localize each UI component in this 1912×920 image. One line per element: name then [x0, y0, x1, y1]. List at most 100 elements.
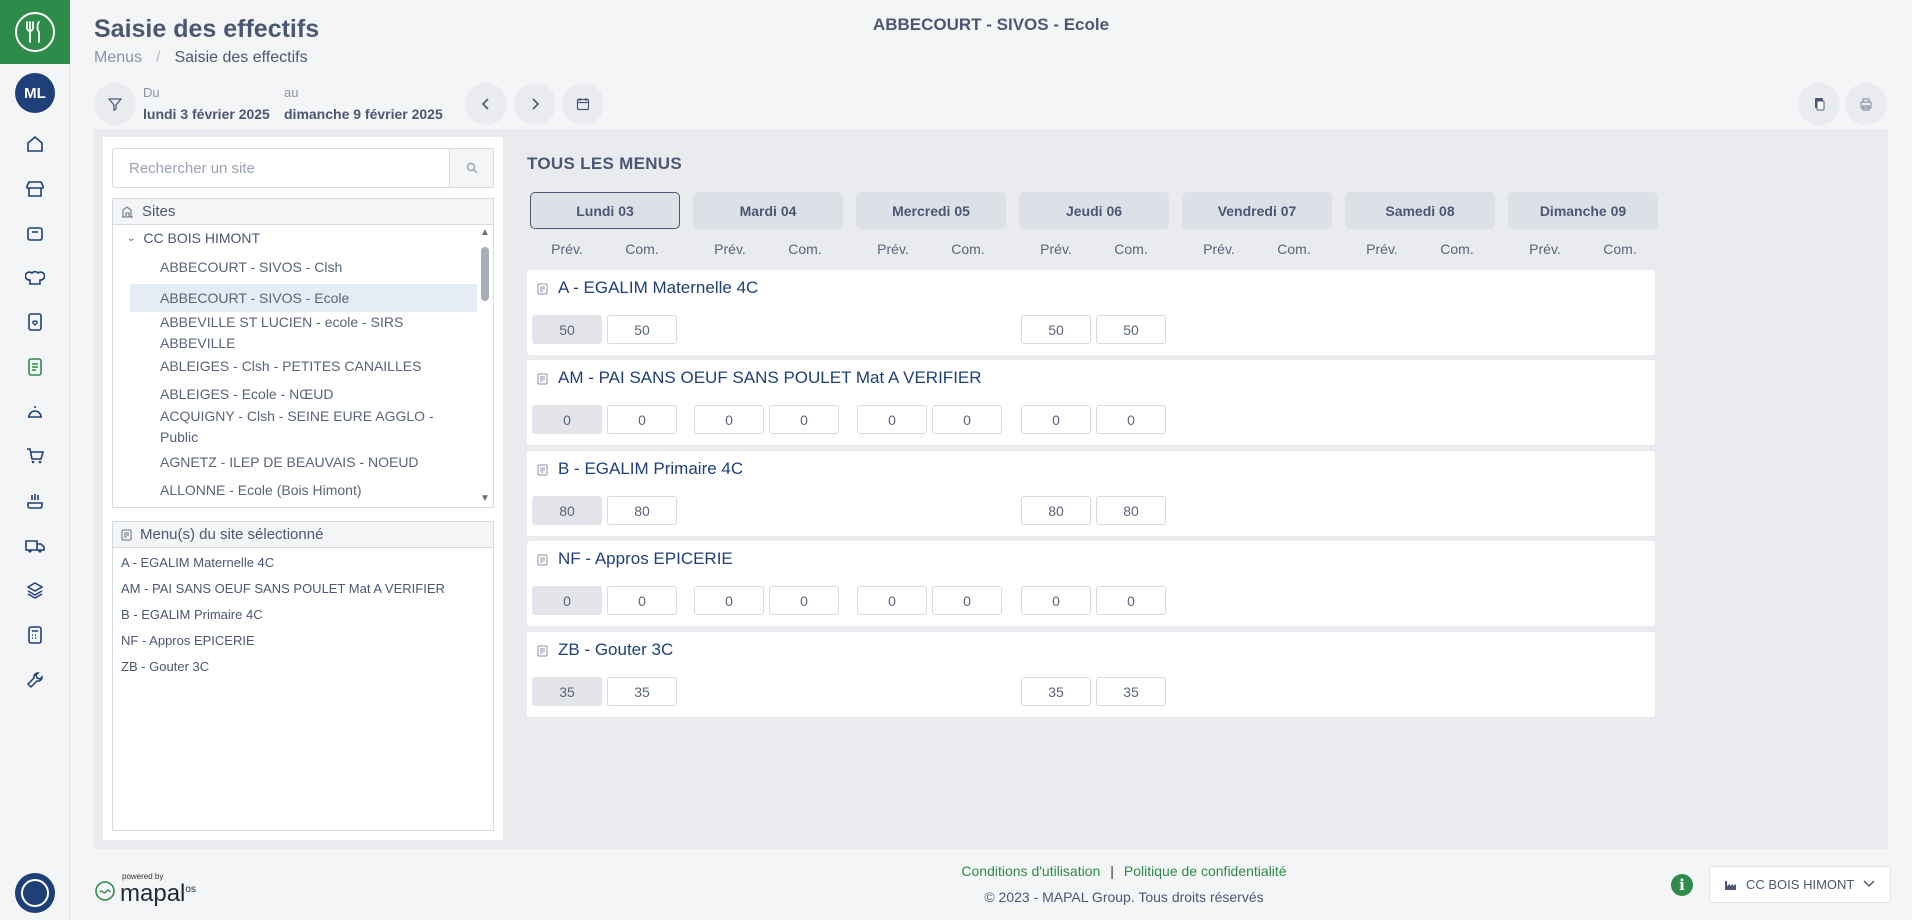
box-icon[interactable]: [23, 221, 47, 245]
day-tab-friday[interactable]: Vendredi 07: [1182, 192, 1332, 229]
site-item[interactable]: ACQUIGNY - Clsh - SEINE EURE AGGLO -: [130, 406, 477, 427]
site-item-selected[interactable]: ABBECOURT - SIVOS - Ecole: [130, 284, 477, 312]
calendar-button[interactable]: [562, 83, 604, 125]
thursday-order-input[interactable]: 50: [1096, 315, 1166, 344]
sites-scrollbar[interactable]: ▲ ▼: [479, 227, 491, 507]
site-menus-list: Menu(s) du site sélectionné A - EGALIM M…: [112, 521, 494, 831]
menu-sheet-icon: [537, 373, 548, 385]
day-tab-sunday[interactable]: Dimanche 09: [1508, 192, 1658, 229]
document-copy-icon: [1815, 98, 1825, 111]
selected-site-title: ABBECOURT - SIVOS - Ecole: [872, 15, 1110, 34]
delivery-truck-icon[interactable]: [23, 534, 47, 558]
chevron-down-icon[interactable]: ⌄: [127, 233, 135, 244]
recipe-heart-icon[interactable]: [23, 310, 47, 334]
wednesday-forecast-input[interactable]: 0: [857, 405, 927, 434]
date-to-value[interactable]: dimanche 9 février 2025: [284, 106, 443, 122]
info-icon[interactable]: i: [1671, 874, 1693, 896]
date-from-value[interactable]: lundi 3 février 2025: [143, 106, 270, 122]
menu-name: NF - Appros EPICERIE: [558, 549, 733, 568]
site-search-input[interactable]: [113, 149, 448, 187]
filter-button[interactable]: [94, 83, 136, 125]
chef-hat-icon[interactable]: [23, 266, 47, 290]
thursday-order-input[interactable]: 0: [1096, 405, 1166, 434]
filter-icon: [108, 98, 122, 111]
print-button[interactable]: [1845, 83, 1887, 125]
scroll-thumb[interactable]: [481, 247, 489, 301]
tuesday-order-input[interactable]: 0: [769, 405, 839, 434]
thursday-forecast-input[interactable]: 80: [1021, 496, 1091, 525]
site-item[interactable]: ABLEIGES - Clsh - PETITES CANAILLES: [130, 356, 477, 377]
date-to-label: au: [284, 85, 299, 100]
monday-order-input[interactable]: 0: [607, 586, 677, 615]
calculator-icon[interactable]: [23, 623, 47, 647]
cart-icon[interactable]: [23, 444, 47, 468]
col-com-label: Com.: [1114, 241, 1148, 257]
menu-name: B - EGALIM Primaire 4C: [558, 459, 744, 478]
site-item-continuation[interactable]: ABBEVILLE: [130, 333, 477, 354]
store-icon[interactable]: [23, 177, 47, 201]
tuesday-order-input[interactable]: 0: [769, 586, 839, 615]
tuesday-forecast-input[interactable]: 0: [694, 405, 764, 434]
monday-forecast-cell: 35: [532, 677, 602, 706]
menu-sheet-icon[interactable]: [23, 355, 47, 379]
site-item[interactable]: ABBECOURT - SIVOS - Clsh: [130, 257, 477, 278]
scroll-down-icon[interactable]: ▼: [480, 493, 490, 504]
site-item-continuation[interactable]: Public: [130, 427, 477, 448]
previous-week-button[interactable]: [465, 83, 507, 125]
thursday-forecast-input[interactable]: 0: [1021, 586, 1091, 615]
monday-order-input[interactable]: 80: [607, 496, 677, 525]
thursday-forecast-input[interactable]: 35: [1021, 677, 1091, 706]
search-button[interactable]: [449, 149, 493, 187]
layers-icon[interactable]: [23, 578, 47, 602]
breadcrumb-menus[interactable]: Menus: [94, 49, 142, 66]
col-prev-label: Prév.: [1203, 241, 1235, 257]
site-item[interactable]: ALLONNE - Ecole (Bois Himont): [130, 480, 477, 501]
col-prev-label: Prév.: [551, 241, 583, 257]
monday-order-input[interactable]: 0: [607, 405, 677, 434]
date-from-label: Du: [143, 85, 160, 100]
monday-order-input[interactable]: 35: [607, 677, 677, 706]
day-tab-saturday[interactable]: Samedi 08: [1345, 192, 1495, 229]
col-prev-label: Prév.: [1366, 241, 1398, 257]
calendar-icon: [576, 98, 590, 111]
scroll-up-icon[interactable]: ▲: [480, 227, 490, 238]
user-avatar[interactable]: ML: [15, 73, 55, 113]
site-item[interactable]: ABLEIGES - Ecole - NŒUD: [130, 384, 477, 405]
thursday-forecast-input[interactable]: 50: [1021, 315, 1091, 344]
site-menu-item[interactable]: NF - Appros EPICERIE: [121, 633, 255, 648]
tuesday-forecast-input[interactable]: 0: [694, 586, 764, 615]
hot-dish-icon[interactable]: [23, 489, 47, 513]
day-tab-wednesday[interactable]: Mercredi 05: [856, 192, 1006, 229]
terms-link[interactable]: Conditions d'utilisation: [961, 863, 1100, 879]
menu-sheet-icon: [537, 283, 548, 295]
wrench-icon[interactable]: [23, 668, 47, 692]
site-menu-item[interactable]: ZB - Gouter 3C: [121, 659, 209, 674]
site-item[interactable]: AGNETZ - ILEP DE BEAUVAIS - NOEUD: [130, 452, 477, 473]
site-menu-item[interactable]: AM - PAI SANS OEUF SANS POULET Mat A VER…: [121, 581, 445, 596]
home-icon[interactable]: [23, 132, 47, 156]
chevron-left-icon: [481, 98, 489, 110]
day-tab-tuesday[interactable]: Mardi 04: [693, 192, 843, 229]
export-button[interactable]: [1798, 83, 1840, 125]
site-menu-item[interactable]: A - EGALIM Maternelle 4C: [121, 555, 274, 570]
day-tab-monday[interactable]: Lundi 03: [530, 192, 680, 229]
thursday-forecast-input[interactable]: 0: [1021, 405, 1091, 434]
thursday-order-input[interactable]: 80: [1096, 496, 1166, 525]
privacy-link[interactable]: Politique de confidentialité: [1124, 863, 1287, 879]
thursday-order-input[interactable]: 35: [1096, 677, 1166, 706]
day-tab-thursday[interactable]: Jeudi 06: [1019, 192, 1169, 229]
monday-order-input[interactable]: 50: [607, 315, 677, 344]
tree-root-node[interactable]: ⌄ CC BOIS HIMONT: [127, 230, 260, 246]
wednesday-order-input[interactable]: 0: [932, 405, 1002, 434]
wednesday-forecast-input[interactable]: 0: [857, 586, 927, 615]
site-menu-item[interactable]: B - EGALIM Primaire 4C: [121, 607, 263, 622]
site-selector[interactable]: CC BOIS HIMONT: [1709, 866, 1891, 903]
menu-row: B - EGALIM Primaire 4C 80 80 80 80: [527, 451, 1655, 536]
menu-sheet-icon: [537, 645, 548, 657]
next-week-button[interactable]: [514, 83, 556, 125]
thursday-order-input[interactable]: 0: [1096, 586, 1166, 615]
site-item[interactable]: ABBEVILLE ST LUCIEN - ecole - SIRS: [130, 312, 477, 333]
wednesday-order-input[interactable]: 0: [932, 586, 1002, 615]
cloche-icon[interactable]: [23, 400, 47, 424]
menu-row: AM - PAI SANS OEUF SANS POULET Mat A VER…: [527, 360, 1655, 445]
